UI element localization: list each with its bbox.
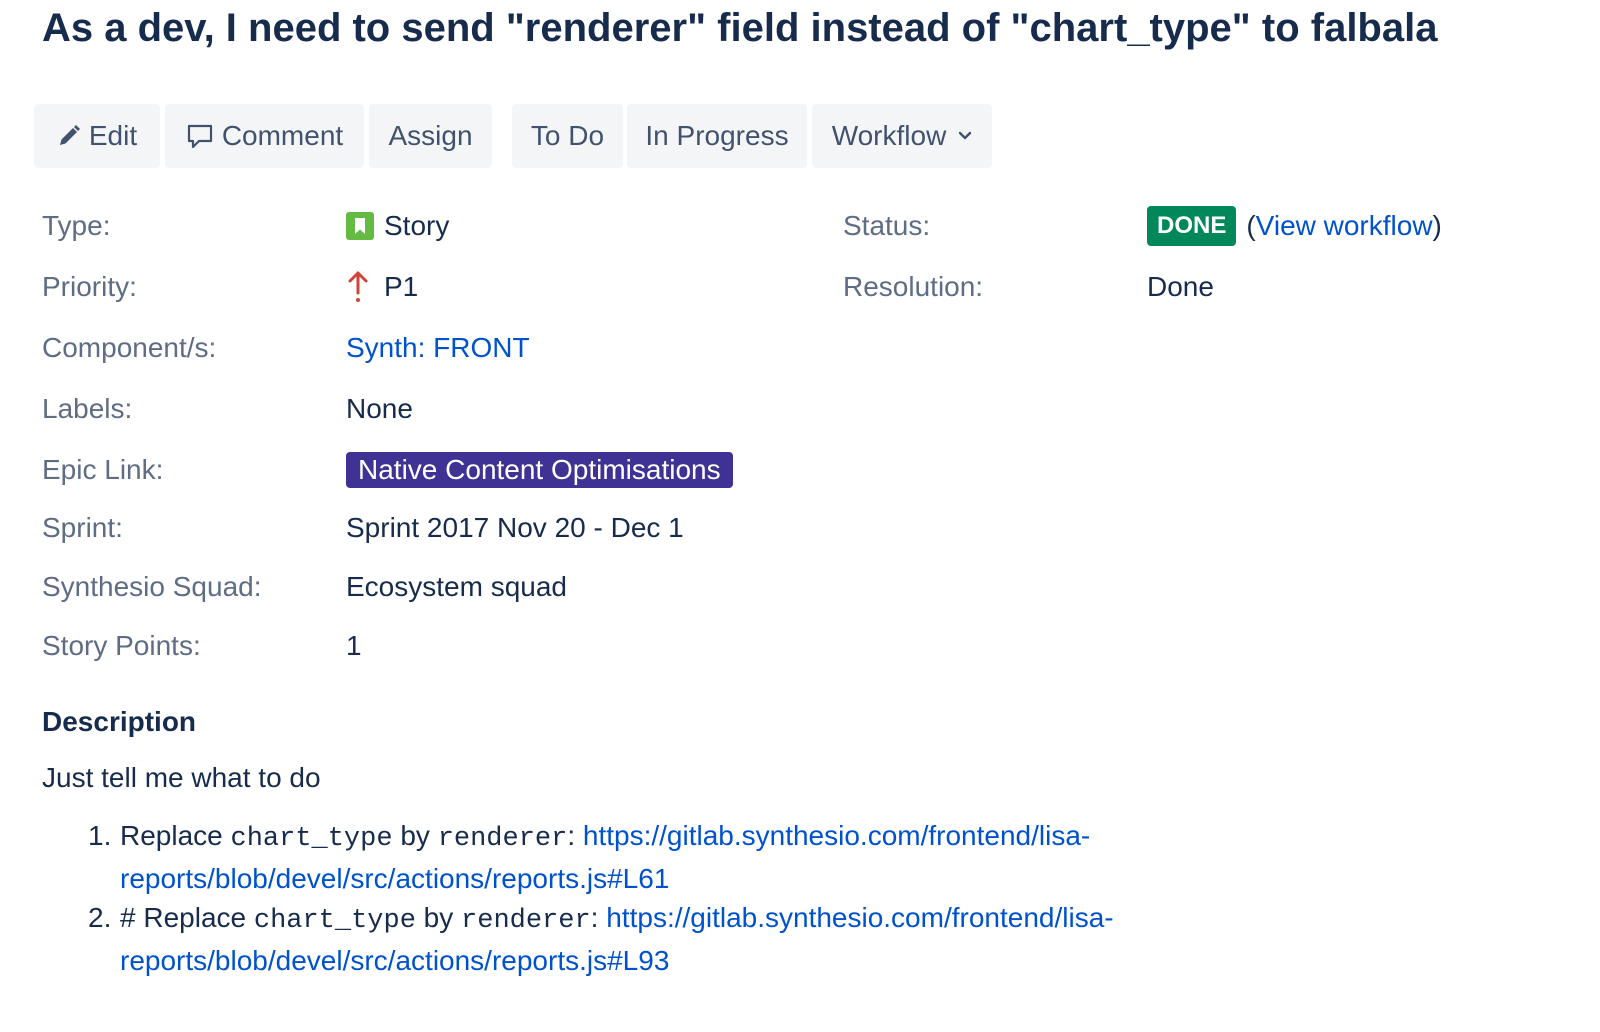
- components-label: Component/s:: [42, 332, 217, 363]
- assign-button[interactable]: Assign: [369, 104, 492, 168]
- list-item-number: 2.: [88, 902, 112, 933]
- sprint-value: Sprint 2017 Nov 20 - Dec 1: [346, 512, 684, 543]
- edit-button-label: Edit: [88, 120, 138, 151]
- description-heading: Description: [42, 706, 197, 737]
- description-intro: Just tell me what to do: [42, 762, 321, 793]
- component-link[interactable]: Synth: FRONT: [346, 330, 530, 366]
- squad-value: Ecosystem squad: [346, 571, 567, 602]
- epic-link-value: Native Content Optimisations: [346, 452, 733, 488]
- to-do-button[interactable]: To Do: [512, 104, 623, 168]
- chevron-down-icon: [958, 131, 972, 141]
- comment-button[interactable]: Comment: [165, 104, 364, 168]
- priority-value: P1: [346, 269, 418, 305]
- story-points-label: Story Points:: [42, 630, 201, 661]
- edit-button[interactable]: Edit: [34, 104, 160, 168]
- in-progress-button[interactable]: In Progress: [627, 104, 807, 168]
- code-chart-type: chart_type: [253, 906, 416, 936]
- list-item-middle: by: [415, 902, 462, 933]
- view-workflow-close-paren: ): [1432, 210, 1442, 241]
- type-value-text: Story: [384, 210, 450, 241]
- list-item-prefix: Replace: [120, 820, 231, 851]
- workflow-dropdown-label: Workflow: [831, 120, 947, 151]
- resolution-value: Done: [1147, 271, 1214, 302]
- labels-value: None: [346, 393, 413, 424]
- view-workflow-link[interactable]: View workflow: [1256, 208, 1433, 244]
- comment-button-label: Comment: [221, 120, 344, 151]
- list-item-number: 1.: [88, 820, 112, 851]
- status-label: Status:: [843, 210, 931, 241]
- arrow-up-icon: [346, 270, 370, 304]
- list-item-colon: :: [590, 902, 607, 933]
- speech-bubble-icon: [186, 122, 214, 150]
- components-value: Synth: FRONT: [346, 330, 530, 366]
- type-value: Story: [346, 208, 449, 244]
- type-label: Type:: [42, 210, 111, 241]
- sprint-label: Sprint:: [42, 512, 123, 543]
- issue-title: As a dev, I need to send "renderer" fiel…: [42, 6, 1438, 50]
- code-renderer: renderer: [461, 906, 591, 936]
- story-points-value: 1: [346, 630, 362, 661]
- code-chart-type: chart_type: [230, 824, 393, 854]
- priority-value-text: P1: [384, 271, 419, 302]
- to-do-button-label: To Do: [530, 120, 605, 151]
- squad-label: Synthesio Squad:: [42, 571, 262, 602]
- list-item: 2. # Replace chart_type by renderer: http…: [88, 898, 1168, 980]
- epic-link-label: Epic Link:: [42, 454, 164, 485]
- labels-label: Labels:: [42, 393, 133, 424]
- list-item-middle: by: [392, 820, 438, 851]
- list-item: 1. Replace chart_type by renderer: https:…: [88, 816, 1168, 898]
- in-progress-button-label: In Progress: [645, 120, 789, 151]
- priority-label: Priority:: [42, 271, 137, 302]
- view-workflow-open-paren: (: [1246, 210, 1256, 241]
- resolution-label: Resolution:: [843, 271, 984, 302]
- list-item-prefix: # Replace: [120, 902, 254, 933]
- list-item-colon: :: [567, 820, 583, 851]
- code-renderer: renderer: [437, 824, 568, 854]
- status-badge: DONE: [1147, 206, 1237, 246]
- story-bookmark-icon: [346, 212, 374, 240]
- pencil-icon: [57, 124, 81, 148]
- assign-button-label: Assign: [388, 120, 473, 151]
- workflow-dropdown[interactable]: Workflow: [812, 104, 992, 168]
- epic-link-badge[interactable]: Native Content Optimisations: [346, 452, 733, 488]
- description-list: 1. Replace chart_type by renderer: https:…: [88, 816, 1168, 980]
- status-value: DONE (View workflow): [1147, 206, 1442, 246]
